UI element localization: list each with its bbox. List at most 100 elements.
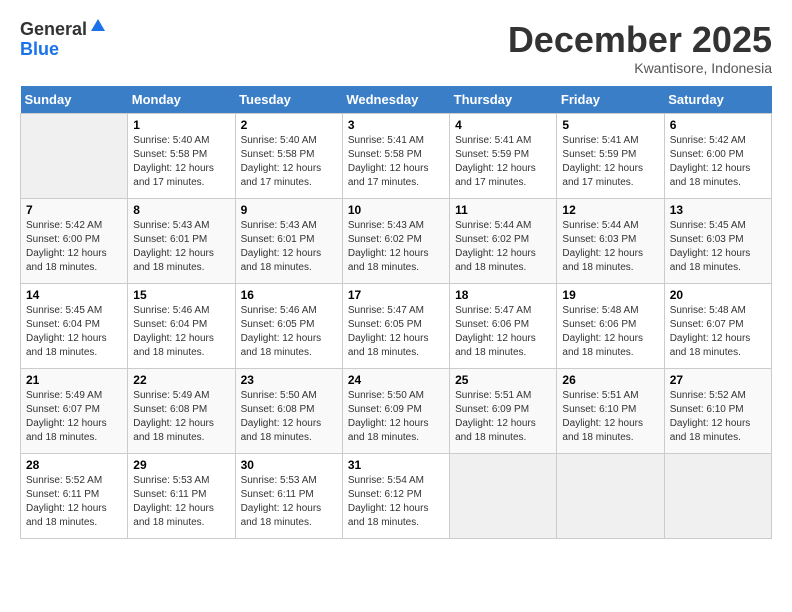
day-number: 6 xyxy=(670,118,766,132)
day-info: Sunrise: 5:51 AMSunset: 6:10 PMDaylight:… xyxy=(562,389,658,445)
table-row: 4 Sunrise: 5:41 AMSunset: 5:59 PMDaylight… xyxy=(450,113,557,198)
table-row: 23 Sunrise: 5:50 AMSunset: 6:08 PMDayligh… xyxy=(235,368,342,453)
table-row: 30 Sunrise: 5:53 AMSunset: 6:11 PMDayligh… xyxy=(235,453,342,538)
day-info: Sunrise: 5:40 AMSunset: 5:58 PMDaylight:… xyxy=(133,134,229,190)
day-number: 21 xyxy=(26,373,122,387)
day-info: Sunrise: 5:46 AMSunset: 6:04 PMDaylight:… xyxy=(133,304,229,360)
table-row xyxy=(21,113,128,198)
table-row: 31 Sunrise: 5:54 AMSunset: 6:12 PMDayligh… xyxy=(342,453,449,538)
col-monday: Monday xyxy=(128,86,235,114)
logo: General Blue xyxy=(20,20,107,60)
table-row: 13 Sunrise: 5:45 AMSunset: 6:03 PMDayligh… xyxy=(664,198,771,283)
table-row: 26 Sunrise: 5:51 AMSunset: 6:10 PMDayligh… xyxy=(557,368,664,453)
table-row xyxy=(450,453,557,538)
day-info: Sunrise: 5:53 AMSunset: 6:11 PMDaylight:… xyxy=(133,474,229,530)
table-row: 17 Sunrise: 5:47 AMSunset: 6:05 PMDayligh… xyxy=(342,283,449,368)
day-number: 10 xyxy=(348,203,444,217)
day-info: Sunrise: 5:52 AMSunset: 6:10 PMDaylight:… xyxy=(670,389,766,445)
day-number: 12 xyxy=(562,203,658,217)
col-friday: Friday xyxy=(557,86,664,114)
table-row: 24 Sunrise: 5:50 AMSunset: 6:09 PMDayligh… xyxy=(342,368,449,453)
day-number: 4 xyxy=(455,118,551,132)
day-info: Sunrise: 5:44 AMSunset: 6:02 PMDaylight:… xyxy=(455,219,551,275)
table-row: 9Sunrise: 5:43 AMSunset: 6:01 PMDaylight… xyxy=(235,198,342,283)
day-info: Sunrise: 5:41 AMSunset: 5:58 PMDaylight:… xyxy=(348,134,444,190)
day-info: Sunrise: 5:47 AMSunset: 6:06 PMDaylight:… xyxy=(455,304,551,360)
day-number: 23 xyxy=(241,373,337,387)
day-number: 18 xyxy=(455,288,551,302)
day-info: Sunrise: 5:45 AMSunset: 6:04 PMDaylight:… xyxy=(26,304,122,360)
day-info: Sunrise: 5:44 AMSunset: 6:03 PMDaylight:… xyxy=(562,219,658,275)
table-row: 8Sunrise: 5:43 AMSunset: 6:01 PMDaylight… xyxy=(128,198,235,283)
table-row: 29Sunrise: 5:53 AMSunset: 6:11 PMDayligh… xyxy=(128,453,235,538)
location-subtitle: Kwantisore, Indonesia xyxy=(508,60,772,76)
table-row: 19Sunrise: 5:48 AMSunset: 6:06 PMDayligh… xyxy=(557,283,664,368)
table-row: 15 Sunrise: 5:46 AMSunset: 6:04 PMDayligh… xyxy=(128,283,235,368)
day-info: Sunrise: 5:54 AMSunset: 6:12 PMDaylight:… xyxy=(348,474,444,530)
col-wednesday: Wednesday xyxy=(342,86,449,114)
calendar-table: Sunday Monday Tuesday Wednesday Thursday… xyxy=(20,86,772,539)
table-row: 20Sunrise: 5:48 AMSunset: 6:07 PMDayligh… xyxy=(664,283,771,368)
day-number: 2 xyxy=(241,118,337,132)
table-row: 10 Sunrise: 5:43 AMSunset: 6:02 PMDayligh… xyxy=(342,198,449,283)
title-block: December 2025 Kwantisore, Indonesia xyxy=(508,20,772,76)
month-title: December 2025 xyxy=(508,20,772,60)
day-info: Sunrise: 5:45 AMSunset: 6:03 PMDaylight:… xyxy=(670,219,766,275)
day-number: 24 xyxy=(348,373,444,387)
day-info: Sunrise: 5:40 AMSunset: 5:58 PMDaylight:… xyxy=(241,134,337,190)
day-number: 22 xyxy=(133,373,229,387)
day-info: Sunrise: 5:53 AMSunset: 6:11 PMDaylight:… xyxy=(241,474,337,530)
table-row: 7 Sunrise: 5:42 AMSunset: 6:00 PMDaylight… xyxy=(21,198,128,283)
day-number: 3 xyxy=(348,118,444,132)
calendar-header: Sunday Monday Tuesday Wednesday Thursday… xyxy=(21,86,772,114)
table-row xyxy=(557,453,664,538)
col-sunday: Sunday xyxy=(21,86,128,114)
day-info: Sunrise: 5:43 AMSunset: 6:01 PMDaylight:… xyxy=(241,219,337,275)
logo-blue: Blue xyxy=(20,39,59,59)
table-row: 16Sunrise: 5:46 AMSunset: 6:05 PMDayligh… xyxy=(235,283,342,368)
table-row: 28 Sunrise: 5:52 AMSunset: 6:11 PMDayligh… xyxy=(21,453,128,538)
day-info: Sunrise: 5:48 AMSunset: 6:07 PMDaylight:… xyxy=(670,304,766,360)
day-number: 31 xyxy=(348,458,444,472)
day-info: Sunrise: 5:43 AMSunset: 6:02 PMDaylight:… xyxy=(348,219,444,275)
day-info: Sunrise: 5:42 AMSunset: 6:00 PMDaylight:… xyxy=(26,219,122,275)
table-row: 2 Sunrise: 5:40 AMSunset: 5:58 PMDaylight… xyxy=(235,113,342,198)
day-info: Sunrise: 5:51 AMSunset: 6:09 PMDaylight:… xyxy=(455,389,551,445)
day-info: Sunrise: 5:50 AMSunset: 6:08 PMDaylight:… xyxy=(241,389,337,445)
table-row: 18 Sunrise: 5:47 AMSunset: 6:06 PMDayligh… xyxy=(450,283,557,368)
day-info: Sunrise: 5:47 AMSunset: 6:05 PMDaylight:… xyxy=(348,304,444,360)
day-number: 7 xyxy=(26,203,122,217)
day-info: Sunrise: 5:50 AMSunset: 6:09 PMDaylight:… xyxy=(348,389,444,445)
col-saturday: Saturday xyxy=(664,86,771,114)
day-number: 28 xyxy=(26,458,122,472)
calendar-body: 1Sunrise: 5:40 AMSunset: 5:58 PMDaylight… xyxy=(21,113,772,538)
table-row: 21 Sunrise: 5:49 AMSunset: 6:07 PMDayligh… xyxy=(21,368,128,453)
logo-general: General xyxy=(20,20,87,40)
table-row: 11 Sunrise: 5:44 AMSunset: 6:02 PMDayligh… xyxy=(450,198,557,283)
day-number: 17 xyxy=(348,288,444,302)
table-row: 5 Sunrise: 5:41 AMSunset: 5:59 PMDaylight… xyxy=(557,113,664,198)
page-header: General Blue December 2025 Kwantisore, I… xyxy=(20,20,772,76)
day-number: 11 xyxy=(455,203,551,217)
day-info: Sunrise: 5:41 AMSunset: 5:59 PMDaylight:… xyxy=(562,134,658,190)
table-row: 12 Sunrise: 5:44 AMSunset: 6:03 PMDayligh… xyxy=(557,198,664,283)
day-number: 27 xyxy=(670,373,766,387)
table-row: 3 Sunrise: 5:41 AMSunset: 5:58 PMDaylight… xyxy=(342,113,449,198)
day-number: 15 xyxy=(133,288,229,302)
day-number: 26 xyxy=(562,373,658,387)
day-number: 5 xyxy=(562,118,658,132)
day-number: 13 xyxy=(670,203,766,217)
day-info: Sunrise: 5:52 AMSunset: 6:11 PMDaylight:… xyxy=(26,474,122,530)
day-number: 14 xyxy=(26,288,122,302)
day-number: 30 xyxy=(241,458,337,472)
day-info: Sunrise: 5:42 AMSunset: 6:00 PMDaylight:… xyxy=(670,134,766,190)
col-tuesday: Tuesday xyxy=(235,86,342,114)
table-row: 6 Sunrise: 5:42 AMSunset: 6:00 PMDaylight… xyxy=(664,113,771,198)
table-row: 27 Sunrise: 5:52 AMSunset: 6:10 PMDayligh… xyxy=(664,368,771,453)
col-thursday: Thursday xyxy=(450,86,557,114)
day-info: Sunrise: 5:48 AMSunset: 6:06 PMDaylight:… xyxy=(562,304,658,360)
day-info: Sunrise: 5:41 AMSunset: 5:59 PMDaylight:… xyxy=(455,134,551,190)
table-row: 22 Sunrise: 5:49 AMSunset: 6:08 PMDayligh… xyxy=(128,368,235,453)
day-info: Sunrise: 5:49 AMSunset: 6:07 PMDaylight:… xyxy=(26,389,122,445)
day-info: Sunrise: 5:49 AMSunset: 6:08 PMDaylight:… xyxy=(133,389,229,445)
